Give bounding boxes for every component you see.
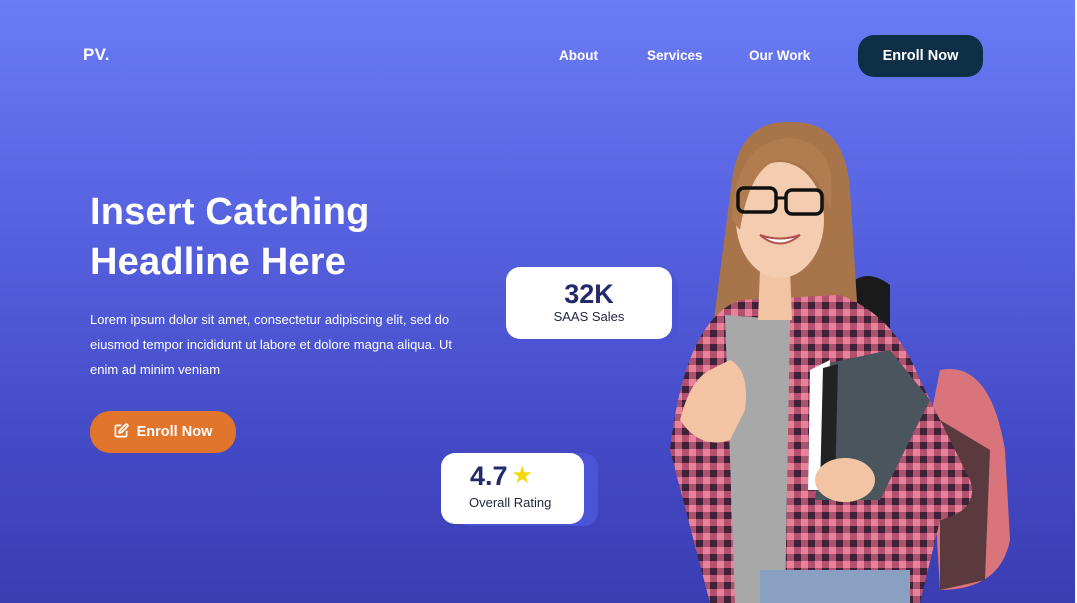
sales-value: 32K <box>564 279 614 309</box>
sales-label: SAAS Sales <box>553 309 625 324</box>
sales-stat-card: 32K SAAS Sales <box>506 267 672 339</box>
nav-link-about[interactable]: About <box>559 48 598 63</box>
hero-headline: Insert Catching Headline Here <box>90 187 510 287</box>
headline-line-1: Insert Catching <box>90 191 370 233</box>
rating-value: 4.7 <box>470 461 508 491</box>
rating-row: 4.7 ★ <box>470 461 584 491</box>
headline-line-2: Headline Here <box>90 241 347 283</box>
hero-enroll-button[interactable]: Enroll Now <box>90 411 236 453</box>
nav-link-services[interactable]: Services <box>647 48 703 63</box>
star-icon: ★ <box>511 462 534 489</box>
hero-section: PV. About Services Our Work Enroll Now I… <box>0 0 1075 603</box>
logo[interactable]: PV. <box>83 45 110 65</box>
edit-icon <box>114 422 129 442</box>
nav-enroll-button[interactable]: Enroll Now <box>858 35 983 77</box>
rating-label: Overall Rating <box>469 495 552 510</box>
hero-description: Lorem ipsum dolor sit amet, consectetur … <box>90 312 453 377</box>
nav-link-our-work[interactable]: Our Work <box>749 48 810 63</box>
hero-enroll-label: Enroll Now <box>136 424 213 440</box>
rating-stat-card: 4.7 ★ Overall Rating <box>441 453 584 524</box>
student-photo <box>670 121 1010 603</box>
